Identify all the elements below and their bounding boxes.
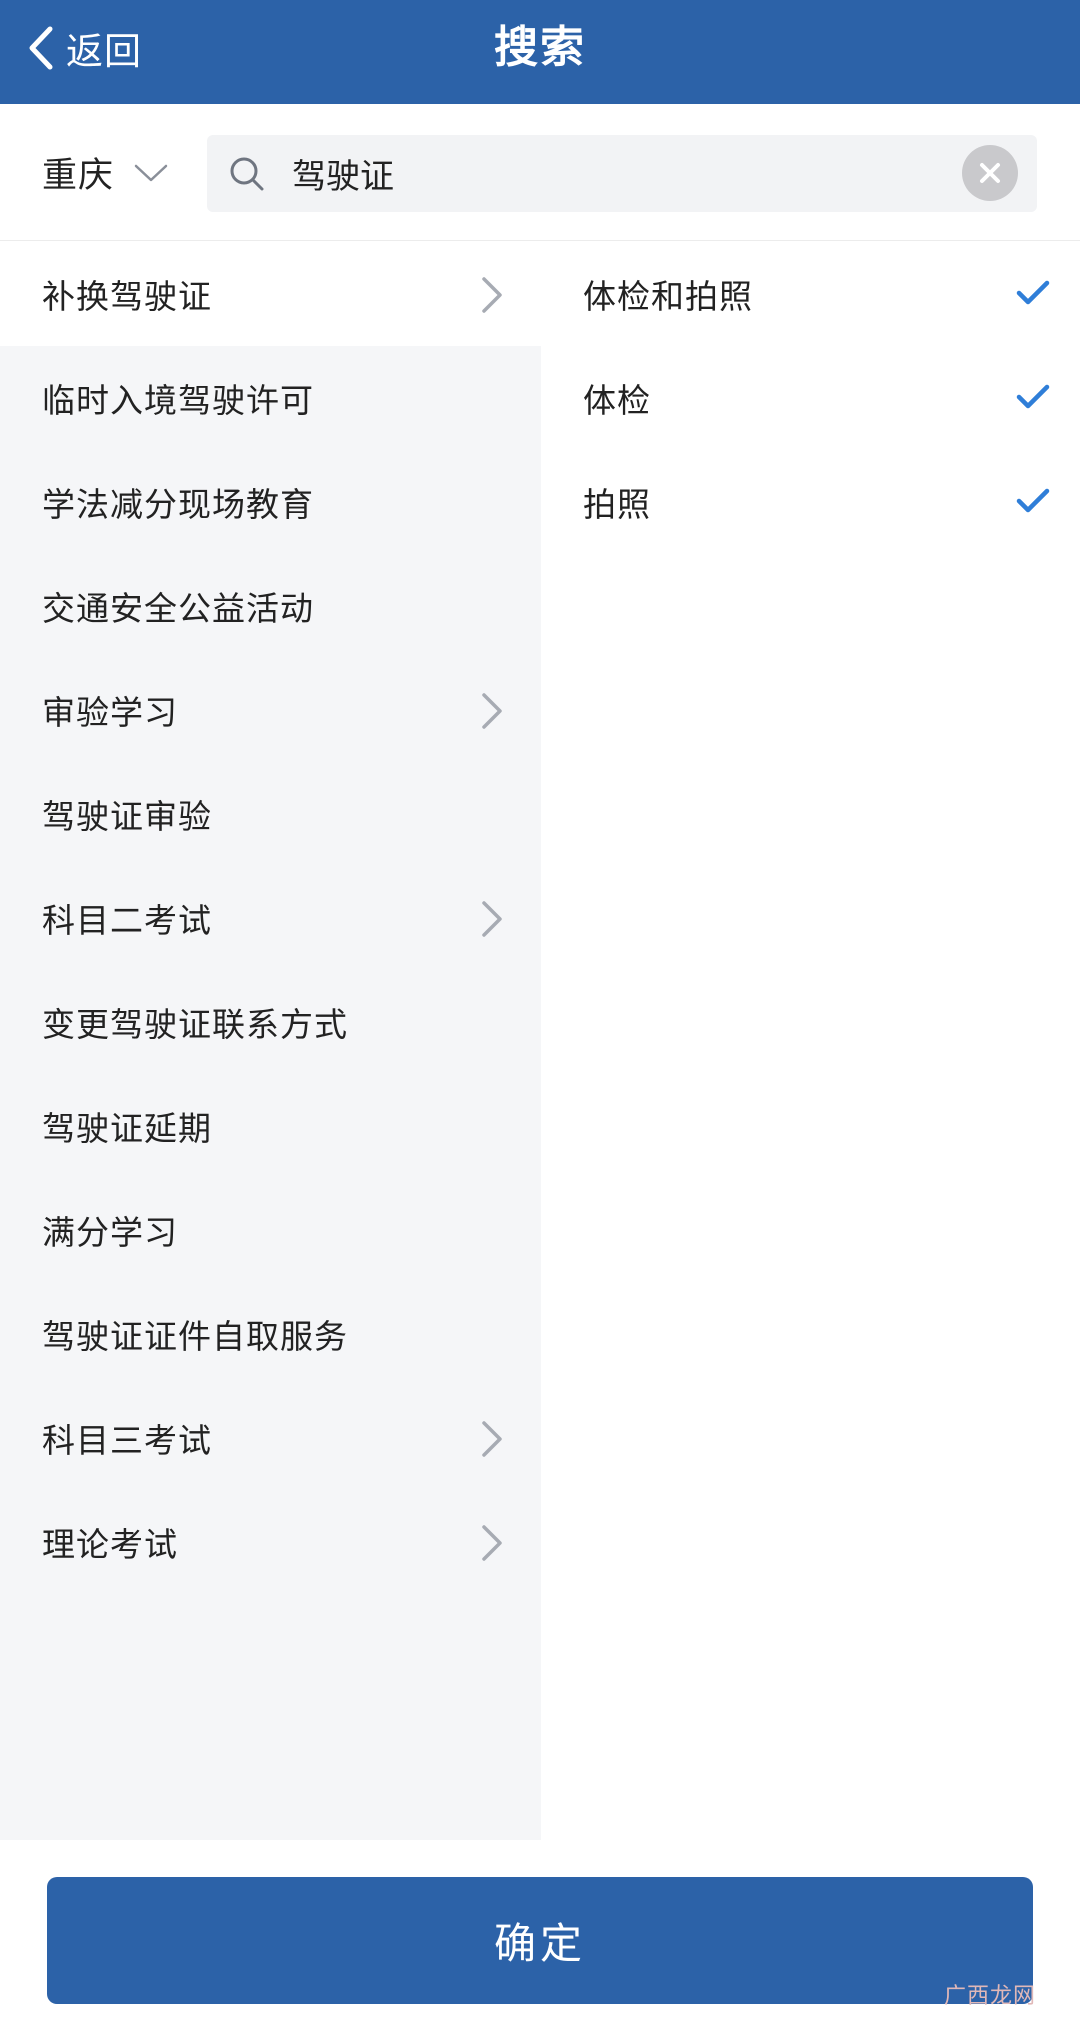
confirm-button[interactable]: 确定 xyxy=(47,1877,1033,2004)
category-item[interactable]: 科目三考试 xyxy=(0,1386,541,1490)
category-item-label: 科目三考试 xyxy=(42,1421,212,1460)
category-item-label: 变更驾驶证联系方式 xyxy=(42,1005,348,1044)
page-title: 搜索 xyxy=(494,22,586,73)
category-item[interactable]: 满分学习 xyxy=(0,1178,541,1282)
chevron-right-icon xyxy=(481,1524,503,1566)
confirm-label: 确定 xyxy=(493,1919,586,1968)
checkmark-icon xyxy=(1016,488,1050,518)
sub-option-label: 体检 xyxy=(583,381,651,420)
category-item-label: 满分学习 xyxy=(42,1213,178,1252)
category-list: 补换驾驶证临时入境驾驶许可 学法减分现场教育 交通安全公益活动 审验学习驾驶证审验科目… xyxy=(0,242,541,1840)
search-icon xyxy=(227,154,267,194)
category-item[interactable]: 理论考试 xyxy=(0,1490,541,1594)
category-item-label: 审验学习 xyxy=(42,693,178,732)
category-item-label: 科目二考试 xyxy=(42,901,212,940)
search-box[interactable] xyxy=(207,135,1037,212)
category-item[interactable]: 驾驶证证件自取服务 xyxy=(0,1282,541,1386)
chevron-down-icon xyxy=(114,163,168,183)
category-item[interactable]: 交通安全公益活动 xyxy=(0,554,541,658)
back-arrow-icon xyxy=(28,26,54,70)
chevron-right-icon xyxy=(481,276,503,318)
top-nav-bar: 返回 搜索 xyxy=(0,0,1080,104)
back-label: 返回 xyxy=(66,30,142,73)
bottom-bar: 确定 xyxy=(0,1840,1080,2022)
sub-option-list: 体检和拍照 体检 拍照 xyxy=(541,242,1080,1840)
category-item[interactable]: 科目二考试 xyxy=(0,866,541,970)
sub-option-item[interactable]: 体检 xyxy=(541,346,1080,450)
chevron-right-icon xyxy=(481,692,503,734)
category-item-label: 驾驶证证件自取服务 xyxy=(42,1317,348,1356)
search-bar-row: 重庆 xyxy=(0,104,1080,241)
category-item[interactable]: 驾驶证审验 xyxy=(0,762,541,866)
checkmark-icon xyxy=(1016,280,1050,310)
clear-search-button[interactable] xyxy=(962,145,1018,201)
category-item[interactable]: 驾驶证延期 xyxy=(0,1074,541,1178)
sub-option-label: 体检和拍照 xyxy=(583,277,753,316)
checkmark-icon xyxy=(1016,384,1050,414)
chevron-right-icon xyxy=(481,900,503,942)
category-item[interactable]: 变更驾驶证联系方式 xyxy=(0,970,541,1074)
category-item-label: 补换驾驶证 xyxy=(42,277,212,316)
back-button[interactable]: 返回 xyxy=(28,0,142,96)
sub-option-item[interactable]: 拍照 xyxy=(541,450,1080,554)
city-label: 重庆 xyxy=(42,156,115,196)
search-input[interactable] xyxy=(292,135,932,212)
city-selector[interactable]: 重庆 xyxy=(42,104,168,241)
sub-option-label: 拍照 xyxy=(583,485,651,524)
category-item[interactable]: 审验学习 xyxy=(0,658,541,762)
category-item-label: 驾驶证延期 xyxy=(42,1109,212,1148)
category-item-label: 临时入境驾驶许可 xyxy=(42,381,314,420)
chevron-right-icon xyxy=(481,1420,503,1462)
category-item-label: 驾驶证审验 xyxy=(42,797,212,836)
category-item[interactable]: 学法减分现场教育 xyxy=(0,450,541,554)
category-item[interactable]: 补换驾驶证 xyxy=(0,242,541,346)
category-item[interactable]: 临时入境驾驶许可 xyxy=(0,346,541,450)
category-item-label: 学法减分现场教育 xyxy=(42,485,314,524)
category-item-label: 理论考试 xyxy=(42,1525,178,1564)
category-item-label: 交通安全公益活动 xyxy=(42,589,314,628)
sub-option-item[interactable]: 体检和拍照 xyxy=(541,242,1080,346)
